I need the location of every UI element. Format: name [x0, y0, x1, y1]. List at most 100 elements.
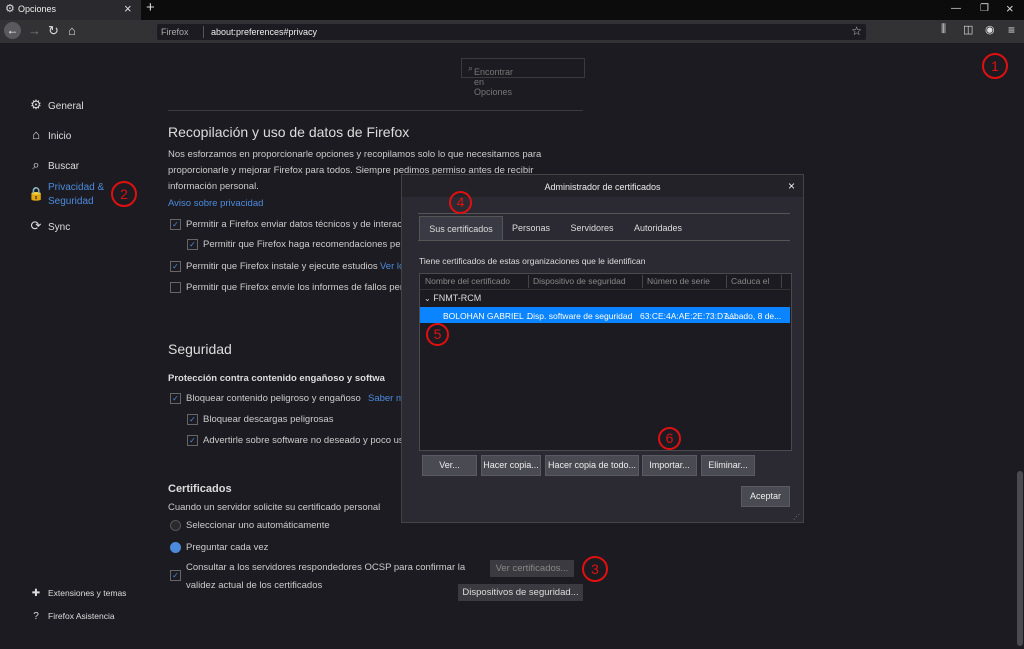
certificates-info: Tiene certificados de estas organizacion…	[419, 256, 646, 266]
sidebar-item-inicio[interactable]: ⌂ Inicio	[28, 127, 71, 142]
learn-more-link[interactable]: Saber m	[368, 393, 404, 404]
accept-button[interactable]: Aceptar	[741, 486, 790, 507]
home-icon: ⌂	[32, 127, 40, 142]
technical-data-checkbox[interactable]: ✓	[170, 219, 181, 230]
restore-icon[interactable]: ❐	[980, 3, 989, 14]
ocsp-checkbox[interactable]: ✓	[170, 570, 181, 581]
tab-personas[interactable]: Personas	[503, 216, 559, 240]
column-header-device[interactable]: Dispositivo de seguridad	[533, 274, 626, 289]
warn-unwanted-checkbox[interactable]: ✓	[187, 435, 198, 446]
account-icon[interactable]: ◉	[985, 23, 995, 36]
data-collection-desc-3: información personal.	[168, 181, 259, 192]
tab-title: Opciones	[18, 4, 57, 14]
sidebar-item-label: Inicio	[48, 131, 72, 142]
star-icon[interactable]: ☆	[851, 24, 862, 38]
sidebar-item-label: Firefox Asistencia	[48, 611, 115, 621]
column-separator	[642, 275, 643, 288]
block-downloads-checkbox[interactable]: ✓	[187, 414, 198, 425]
auto-select-label: Seleccionar uno automáticamente	[186, 520, 330, 531]
cell-serial: 63:CE:4A:AE:2E:73:D7...	[640, 311, 735, 321]
backup-button[interactable]: Hacer copia...	[481, 455, 541, 476]
column-header-name[interactable]: Nombre del certificado	[425, 274, 510, 289]
forward-icon[interactable]: →	[28, 23, 41, 38]
minimize-icon[interactable]: —	[951, 3, 961, 14]
resize-grip-icon[interactable]: ⋰	[793, 513, 800, 521]
tab-divider	[418, 240, 790, 241]
tree-group-row[interactable]: ⌄ FNMT-RCM	[424, 293, 481, 303]
ask-every-time-radio[interactable]	[170, 542, 181, 553]
auto-select-radio[interactable]	[170, 520, 181, 531]
sidebar-icon[interactable]: ◫	[963, 23, 973, 36]
crash-reports-checkbox[interactable]	[170, 282, 181, 293]
sidebar-item-support[interactable]: ? Firefox Asistencia	[28, 611, 115, 622]
search-input[interactable]: ⌕ Encontrar en Opciones	[461, 58, 585, 97]
tab-autoridades[interactable]: Autoridades	[625, 216, 691, 240]
reload-icon[interactable]: ↻	[48, 23, 59, 39]
help-icon: ?	[33, 611, 39, 622]
back-icon[interactable]: ←	[4, 22, 21, 39]
view-button[interactable]: Ver...	[422, 455, 477, 476]
delete-button[interactable]: Eliminar...	[701, 455, 755, 476]
url-separator	[203, 26, 204, 38]
close-icon[interactable]: ×	[788, 179, 795, 193]
cell-device: Disp. software de seguridad	[527, 311, 633, 321]
search-icon: ⌕	[32, 157, 40, 172]
close-tab-icon[interactable]: ×	[124, 1, 132, 16]
certificates-title: Certificados	[168, 483, 232, 495]
privacy-notice-link[interactable]: Aviso sobre privacidad	[168, 198, 263, 209]
ocsp-label-2: validez actual de los certificados	[186, 580, 323, 591]
tab-sus-certificados[interactable]: Sus certificados	[419, 216, 503, 241]
home-icon[interactable]: ⌂	[68, 23, 76, 38]
recommendations-label: Permitir que Firefox haga recomendacione…	[203, 239, 409, 250]
column-header-expires[interactable]: Caduca el	[731, 274, 769, 289]
gear-icon: ⚙	[5, 3, 15, 15]
library-icon[interactable]: ⫼	[941, 23, 946, 36]
group-label: FNMT-RCM	[433, 293, 482, 303]
sidebar-item-extensions[interactable]: ✚ Extensiones y temas	[28, 588, 127, 599]
lock-icon: 🔒	[28, 186, 45, 201]
security-devices-button[interactable]: Dispositivos de seguridad...	[458, 584, 583, 601]
cell-name: BOLOHAN GABRIEL ...	[443, 311, 533, 321]
search-placeholder: ⌕ Encontrar en Opciones	[468, 63, 514, 97]
tab-opciones[interactable]: ⚙ Opciones ×	[0, 0, 141, 20]
new-tab-button[interactable]: +	[146, 0, 155, 16]
sync-icon: ⟳	[30, 218, 42, 233]
menu-icon[interactable]: ≡	[1008, 23, 1015, 37]
annotation-2: 2	[111, 181, 137, 207]
sidebar-item-general[interactable]: ⚙ General	[28, 97, 84, 113]
studies-label: Permitir que Firefox instale y ejecute e…	[186, 261, 378, 272]
header-divider	[420, 289, 790, 290]
technical-data-label: Permitir a Firefox enviar datos técnicos…	[186, 219, 407, 230]
sidebar-item-label: Privacidad &	[48, 182, 105, 193]
scrollbar-thumb[interactable]	[1017, 471, 1023, 646]
sidebar-item-buscar[interactable]: ⌕ Buscar	[28, 157, 79, 173]
puzzle-icon: ✚	[31, 588, 41, 599]
close-window-icon[interactable]: ×	[1006, 1, 1014, 16]
tab-servidores[interactable]: Servidores	[563, 216, 621, 240]
url-bar[interactable]: Firefox about:preferences#privacy ☆	[157, 24, 866, 40]
sidebar-item-label: Buscar	[48, 161, 80, 172]
ask-every-time-label: Preguntar cada vez	[186, 542, 269, 553]
divider	[168, 110, 583, 111]
cell-expires: sábado, 8 de...	[725, 311, 782, 321]
annotation-6: 6	[658, 427, 681, 450]
annotation-3: 3	[582, 556, 608, 582]
sidebar-item-privacidad[interactable]: 🔒 Privacidad & Seguridad	[28, 181, 104, 209]
url-text: about:preferences#privacy	[211, 27, 318, 37]
annotation-5: 5	[426, 323, 449, 346]
gear-icon: ⚙	[30, 97, 42, 112]
view-certificates-button[interactable]: Ver certificados...	[490, 560, 574, 577]
studies-checkbox[interactable]: ✓	[170, 261, 181, 272]
certificates-desc: Cuando un servidor solicite su certifica…	[168, 502, 381, 513]
sidebar-item-label: Extensiones y temas	[48, 588, 127, 598]
backup-all-button[interactable]: Hacer copia de todo...	[545, 455, 639, 476]
sidebar-item-label: General	[48, 101, 84, 112]
sidebar-item-sync[interactable]: ⟳ Sync	[28, 218, 71, 234]
block-dangerous-checkbox[interactable]: ✓	[170, 393, 181, 404]
column-separator	[528, 275, 529, 288]
recommendations-checkbox[interactable]: ✓	[187, 239, 198, 250]
block-dangerous-label: Bloquear contenido peligroso y engañoso	[186, 393, 361, 404]
import-button[interactable]: Importar...	[642, 455, 697, 476]
warn-unwanted-label: Advertirle sobre software no deseado y p…	[203, 435, 404, 446]
column-header-serial[interactable]: Número de serie	[647, 274, 710, 289]
